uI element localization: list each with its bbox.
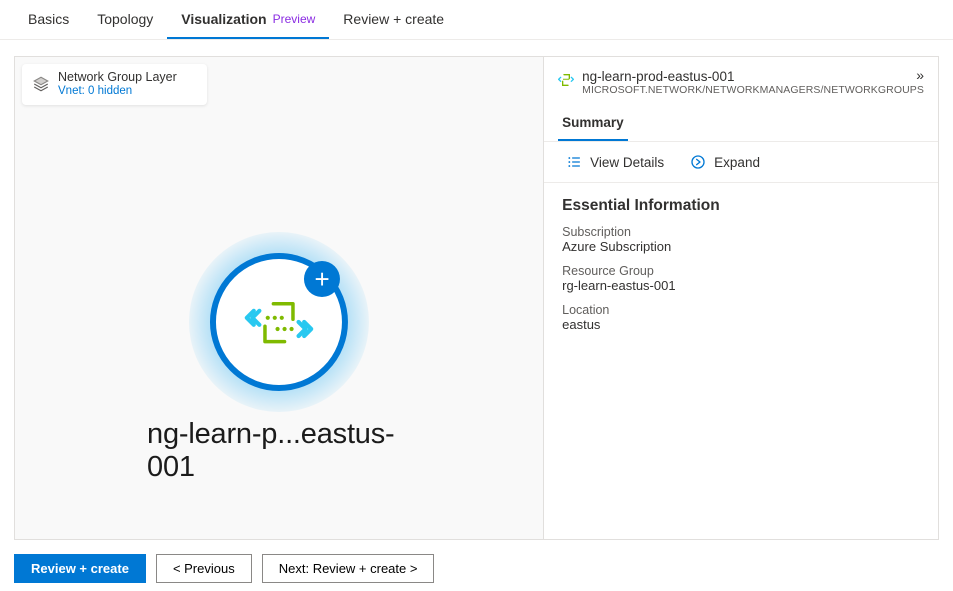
expand-icon [690, 154, 706, 170]
tab-visualization[interactable]: Visualization Preview [167, 1, 329, 39]
expand-button[interactable]: Expand [690, 154, 760, 170]
previous-button[interactable]: < Previous [156, 554, 252, 583]
review-create-button[interactable]: Review + create [14, 554, 146, 583]
network-group-resource-icon [558, 72, 574, 88]
details-title-wrap: ng-learn-prod-eastus-001 MICROSOFT.NETWO… [582, 69, 924, 96]
add-node-button[interactable]: + [304, 261, 340, 297]
summary-tab[interactable]: Summary [558, 106, 628, 141]
essential-information: Essential Information Subscription Azure… [544, 183, 938, 356]
node-glow: + [189, 232, 369, 412]
kv-subscription: Subscription Azure Subscription [562, 225, 920, 254]
location-value: eastus [562, 317, 920, 332]
resource-title: ng-learn-prod-eastus-001 [582, 69, 924, 84]
network-group-node[interactable]: + ng-learn-p...eastus-001 [147, 232, 411, 484]
node-circle: + [210, 253, 348, 391]
preview-badge: Preview [273, 12, 316, 26]
resource-type: MICROSOFT.NETWORK/NETWORKMANAGERS/NETWOR… [582, 84, 924, 96]
kv-location: Location eastus [562, 303, 920, 332]
view-details-icon [566, 154, 582, 170]
tab-visualization-label: Visualization [181, 11, 266, 27]
essential-heading: Essential Information [562, 197, 920, 215]
content-area: Network Group Layer Vnet: 0 hidden [0, 40, 953, 540]
visualization-canvas[interactable]: Network Group Layer Vnet: 0 hidden [14, 56, 544, 540]
summary-section-header: Summary [544, 106, 938, 142]
tab-review-create[interactable]: Review + create [329, 1, 458, 39]
wizard-footer: Review + create < Previous Next: Review … [14, 554, 434, 583]
details-pane: ng-learn-prod-eastus-001 MICROSOFT.NETWO… [544, 56, 939, 540]
tab-basics[interactable]: Basics [14, 1, 83, 39]
summary-actions: View Details Expand [544, 142, 938, 183]
tab-topology[interactable]: Topology [83, 1, 167, 39]
view-details-label: View Details [590, 155, 664, 170]
network-group-icon [244, 292, 314, 352]
wizard-tabs: Basics Topology Visualization Preview Re… [0, 0, 953, 40]
resource-group-label: Resource Group [562, 264, 920, 278]
subscription-value: Azure Subscription [562, 239, 920, 254]
kv-resource-group: Resource Group rg-learn-eastus-001 [562, 264, 920, 293]
node-label: ng-learn-p...eastus-001 [147, 418, 411, 484]
next-button[interactable]: Next: Review + create > [262, 554, 435, 583]
layer-text: Network Group Layer Vnet: 0 hidden [58, 70, 177, 99]
location-label: Location [562, 303, 920, 317]
resource-group-value: rg-learn-eastus-001 [562, 278, 920, 293]
expand-label: Expand [714, 155, 760, 170]
view-details-button[interactable]: View Details [566, 154, 664, 170]
layers-icon [32, 75, 50, 93]
layer-title: Network Group Layer [58, 70, 177, 85]
details-header: ng-learn-prod-eastus-001 MICROSOFT.NETWO… [544, 57, 938, 106]
layer-vnet-hidden-link[interactable]: Vnet: 0 hidden [58, 85, 177, 99]
layer-chip[interactable]: Network Group Layer Vnet: 0 hidden [22, 64, 207, 105]
subscription-label: Subscription [562, 225, 920, 239]
expand-pane-icon[interactable]: » [916, 67, 924, 83]
